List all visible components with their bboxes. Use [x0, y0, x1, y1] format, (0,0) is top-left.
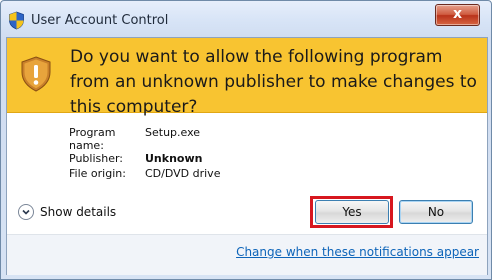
close-icon: x [452, 6, 463, 22]
uac-shield-icon [9, 11, 24, 30]
show-details-label: Show details [40, 205, 117, 219]
dialog-footer: Change when these notifications appear [7, 234, 487, 275]
title-bar[interactable]: User Account Control x [1, 1, 491, 37]
uac-dialog-window: User Account Control x Do you want to al… [0, 0, 492, 280]
program-name-label: Program name: [69, 126, 116, 152]
show-details-toggle[interactable]: Show details [18, 204, 116, 220]
file-origin-value: CD/DVD drive [145, 167, 221, 180]
warning-header: Do you want to allow the following progr… [7, 38, 487, 117]
program-details: Program name: Setup.exe Publisher: Unkno… [69, 126, 220, 182]
publisher-value: Unknown [145, 152, 203, 165]
chevron-down-icon [18, 204, 34, 220]
close-button[interactable]: x [435, 4, 480, 26]
warning-shield-icon [21, 56, 51, 92]
publisher-label: Publisher: [69, 152, 124, 165]
window-title: User Account Control [31, 13, 169, 28]
yes-button[interactable]: Yes [315, 200, 389, 224]
dialog-body: Do you want to allow the following progr… [6, 37, 488, 275]
change-notifications-link[interactable]: Change when these notifications appear [236, 245, 479, 259]
uac-question: Do you want to allow the following progr… [70, 47, 477, 117]
file-origin-label: File origin: [69, 167, 126, 180]
program-name-value: Setup.exe [145, 126, 201, 139]
action-bar: Show details Yes No [7, 192, 487, 232]
no-button[interactable]: No [399, 200, 473, 224]
